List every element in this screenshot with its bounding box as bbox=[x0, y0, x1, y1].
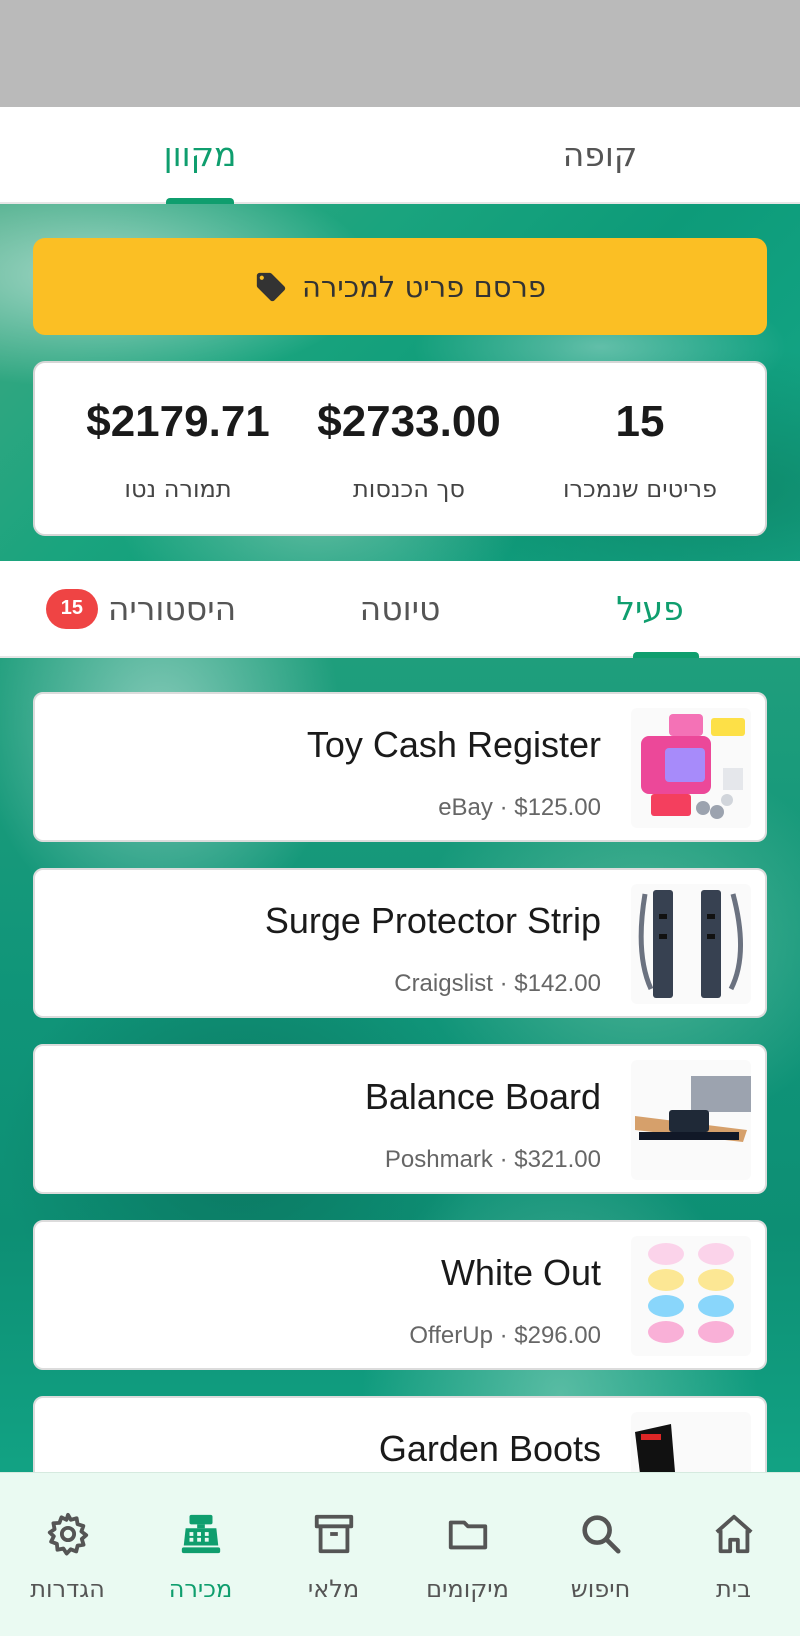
tag-icon bbox=[256, 272, 286, 301]
item-meta: Craigslist · $142.00 bbox=[394, 970, 601, 997]
top-tabs: קופה מקוון bbox=[0, 107, 800, 204]
nav-inventory-label: מלאי bbox=[307, 1575, 360, 1603]
nav-locations[interactable]: מיקומים bbox=[401, 1473, 534, 1636]
tab-active-label: פעיל bbox=[616, 589, 684, 628]
tab-draft[interactable]: טיוטה bbox=[330, 561, 470, 656]
nav-home-label: בית bbox=[716, 1575, 752, 1603]
item-meta: eBay · $125.00 bbox=[438, 794, 601, 821]
stat-net-proceeds-value: $2179.71 bbox=[86, 397, 270, 446]
listing-tabs: פעיל טיוטה היסטוריה 15 bbox=[0, 561, 800, 658]
nav-search[interactable]: חיפוש bbox=[534, 1473, 667, 1636]
tab-history-label: היסטוריה bbox=[107, 589, 237, 628]
item-name: Toy Cash Register bbox=[306, 724, 601, 765]
nav-locations-label: מיקומים bbox=[426, 1575, 509, 1603]
stat-items-sold-label: פריטים שנמכרו bbox=[562, 475, 718, 503]
home-icon bbox=[714, 1514, 753, 1554]
tab-pos-label: קופה bbox=[562, 135, 638, 174]
bottom-navigation: בית חיפוש מיקומים מלאי מכירה הגדרות bbox=[0, 1472, 800, 1636]
stat-net-proceeds: $2179.71 תמורה נטו bbox=[73, 363, 283, 538]
post-item-label: פרסם פריט למכירה bbox=[301, 269, 547, 304]
stat-items-sold: 15 פריטים שנמכרו bbox=[535, 363, 745, 538]
nav-settings-label: הגדרות bbox=[30, 1575, 105, 1603]
item-name: Garden Boots bbox=[378, 1428, 601, 1469]
post-item-button[interactable]: פרסם פריט למכירה bbox=[33, 238, 767, 335]
status-bar bbox=[0, 0, 800, 107]
item-name: Balance Board bbox=[364, 1076, 601, 1117]
tab-active[interactable]: פעיל bbox=[600, 561, 700, 656]
item-name: Surge Protector Strip bbox=[264, 900, 601, 941]
stat-total-revenue-value: $2733.00 bbox=[317, 397, 501, 446]
cash-register-icon bbox=[181, 1514, 220, 1554]
stat-net-proceeds-label: תמורה נטו bbox=[124, 475, 232, 503]
stat-total-revenue: $2733.00 סך הכנסות bbox=[304, 363, 514, 538]
archive-icon bbox=[314, 1514, 353, 1554]
list-item[interactable]: Surge Protector Strip Craigslist · $142.… bbox=[33, 868, 767, 1018]
stat-total-revenue-label: סך הכנסות bbox=[353, 475, 465, 503]
gear-icon bbox=[47, 1512, 88, 1556]
history-count-badge: 15 bbox=[45, 588, 98, 629]
stat-items-sold-value: 15 bbox=[615, 397, 665, 446]
nav-sales-label: מכירה bbox=[168, 1575, 233, 1603]
list-item[interactable]: Balance Board Poshmark · $321.00 bbox=[33, 1044, 767, 1194]
tab-online-label: מקוון bbox=[163, 135, 237, 174]
tab-pos[interactable]: קופה bbox=[400, 107, 800, 202]
stats-card: 15 פריטים שנמכרו $2733.00 סך הכנסות $217… bbox=[33, 361, 767, 536]
item-thumbnail bbox=[631, 884, 751, 1004]
nav-inventory[interactable]: מלאי bbox=[267, 1473, 400, 1636]
tab-online[interactable]: מקוון bbox=[0, 107, 400, 202]
nav-search-label: חיפוש bbox=[570, 1575, 631, 1603]
folder-icon bbox=[448, 1520, 487, 1550]
tab-history[interactable]: היסטוריה 15 bbox=[36, 561, 246, 656]
list-item[interactable]: White Out OfferUp · $296.00 bbox=[33, 1220, 767, 1370]
item-thumbnail bbox=[631, 1236, 751, 1356]
nav-settings[interactable]: הגדרות bbox=[1, 1473, 134, 1636]
tab-draft-label: טיוטה bbox=[359, 589, 441, 628]
search-icon bbox=[581, 1515, 621, 1554]
nav-sales[interactable]: מכירה bbox=[134, 1473, 267, 1636]
item-name: White Out bbox=[440, 1252, 601, 1293]
list-item[interactable]: Toy Cash Register eBay · $125.00 bbox=[33, 692, 767, 842]
item-meta: Poshmark · $321.00 bbox=[384, 1146, 601, 1173]
nav-home[interactable]: בית bbox=[667, 1473, 800, 1636]
item-meta: OfferUp · $296.00 bbox=[409, 1322, 601, 1349]
item-thumbnail bbox=[631, 1060, 751, 1180]
item-thumbnail bbox=[631, 708, 751, 828]
